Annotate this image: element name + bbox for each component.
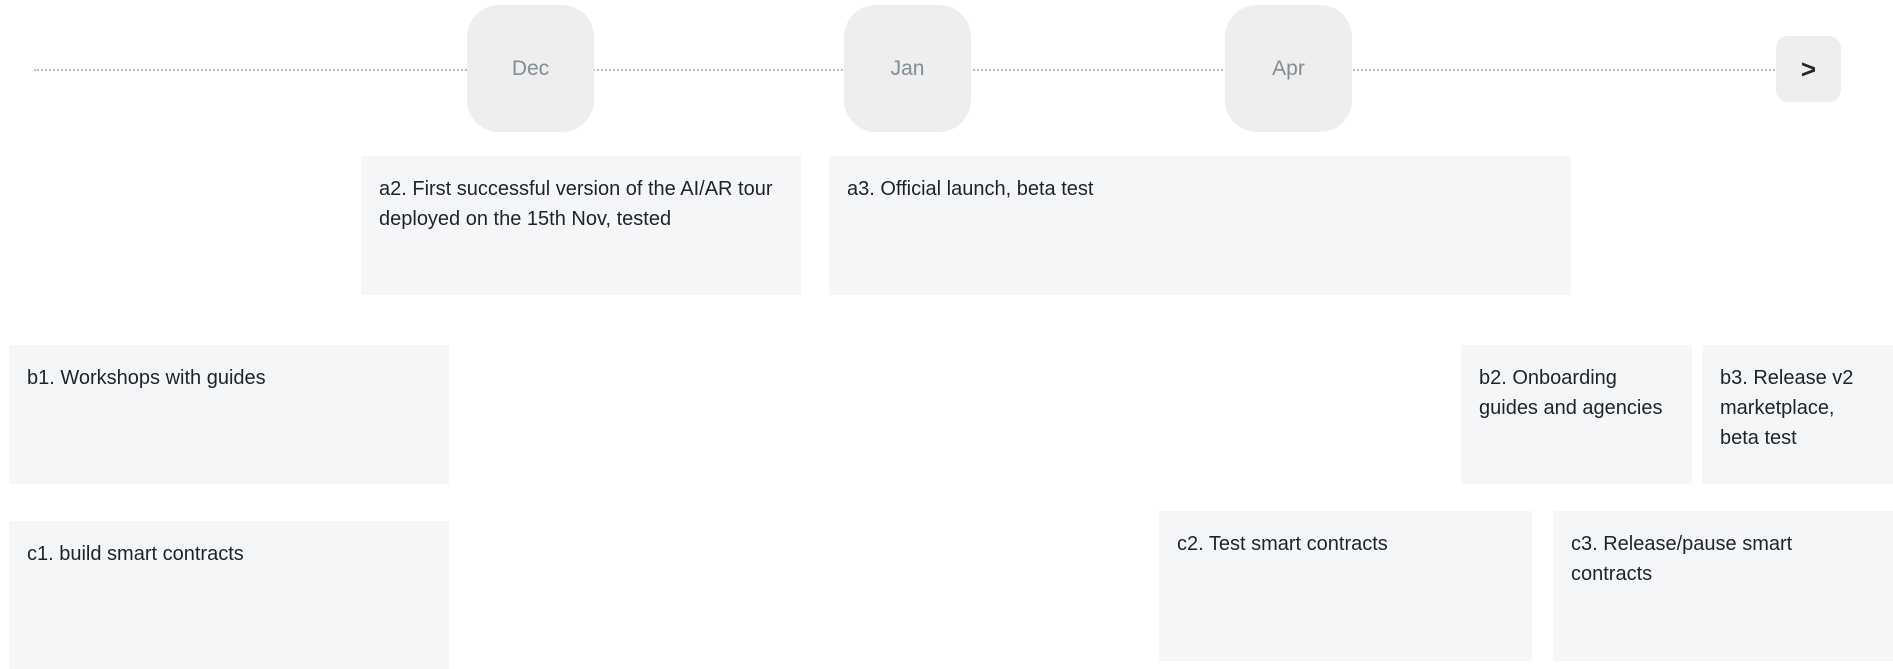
month-jan-button[interactable]: Jan <box>844 5 971 132</box>
month-label: Dec <box>511 56 550 80</box>
task-card-text: c3. Release/pause smart contracts <box>1571 533 1793 585</box>
task-card-b1[interactable]: b1. Workshops with guides <box>9 345 449 484</box>
month-label: Apr <box>1272 56 1305 80</box>
task-card-text: b3. Release v2 marketplace, beta test <box>1720 367 1854 449</box>
month-label: Jan <box>890 56 925 80</box>
month-dec-button[interactable]: Dec <box>467 5 594 132</box>
task-card-text: c2. Test smart contracts <box>1177 533 1388 555</box>
task-card-a3[interactable]: a3. Official launch, beta test <box>829 156 1571 295</box>
task-card-text: a3. Official launch, beta test <box>847 178 1094 200</box>
task-card-text: b1. Workshops with guides <box>27 367 266 389</box>
month-apr-button[interactable]: Apr <box>1225 5 1352 132</box>
task-card-text: b2. Onboarding guides and agencies <box>1479 367 1663 419</box>
task-card-text: a2. First successful version of the AI/A… <box>379 178 773 230</box>
task-card-b2[interactable]: b2. Onboarding guides and agencies <box>1461 345 1692 484</box>
next-arrow-button[interactable]: > <box>1776 36 1841 102</box>
task-card-c2[interactable]: c2. Test smart contracts <box>1159 511 1532 661</box>
task-card-a2[interactable]: a2. First successful version of the AI/A… <box>361 156 801 295</box>
task-card-text: c1. build smart contracts <box>27 543 244 565</box>
task-card-b3[interactable]: b3. Release v2 marketplace, beta test <box>1702 345 1893 484</box>
task-card-c3[interactable]: c3. Release/pause smart contracts <box>1553 511 1893 661</box>
chevron-right-icon: > <box>1800 53 1817 84</box>
task-card-c1[interactable]: c1. build smart contracts <box>9 521 449 669</box>
